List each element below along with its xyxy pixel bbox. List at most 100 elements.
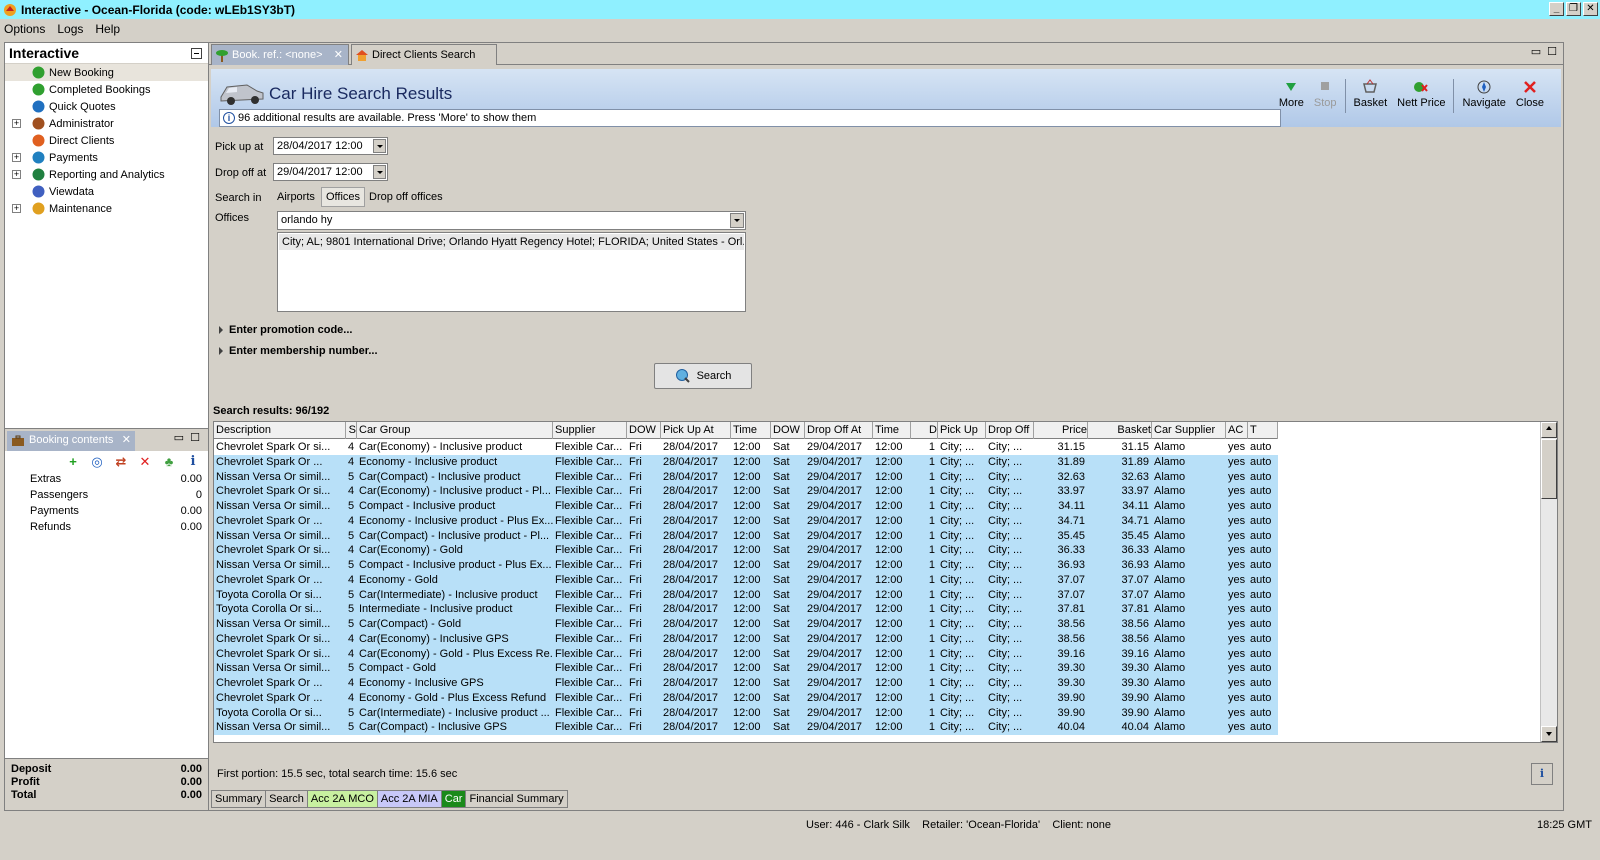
expand-icon[interactable]: + [12, 153, 21, 162]
navigate-button[interactable]: Navigate [1457, 79, 1510, 113]
search-in-airports[interactable]: Airports [273, 187, 319, 207]
table-row[interactable]: Chevrolet Spark Or ... 4 Economy - Gold - … [214, 690, 1278, 706]
column-header[interactable]: Time [873, 422, 911, 439]
stop-button[interactable]: Stop [1309, 79, 1342, 113]
collapse-panel-button[interactable] [191, 48, 202, 59]
scroll-down-button[interactable] [1541, 726, 1557, 742]
minimize-panel-icon[interactable]: ▭ [174, 431, 184, 444]
menu-logs[interactable]: Logs [57, 22, 83, 36]
restore-button[interactable]: ❐ [1566, 2, 1581, 16]
column-header[interactable]: Basket [1088, 422, 1152, 439]
column-header[interactable]: Description [214, 422, 346, 439]
expand-icon[interactable]: + [12, 204, 21, 213]
table-row[interactable]: Chevrolet Spark Or ... 4 Economy - Inclusi… [214, 676, 1278, 691]
nav-item-direct-clients[interactable]: Direct Clients [5, 132, 208, 149]
chevron-down-icon[interactable] [373, 139, 386, 153]
column-header[interactable]: D [911, 422, 938, 439]
table-row[interactable]: Nissan Versa Or simil... 5 Compact - Gold F… [214, 661, 1278, 676]
nav-item-administrator[interactable]: + Administrator [5, 115, 208, 132]
table-row[interactable]: Chevrolet Spark Or ... 4 Economy - Inclusi… [214, 513, 1278, 529]
search-in-offices[interactable]: Offices [321, 187, 366, 207]
column-header[interactable]: Pick Up [938, 422, 986, 439]
pickup-datetime-field[interactable]: 28/04/2017 12:00 [273, 137, 388, 155]
close-button[interactable]: Close [1511, 79, 1549, 113]
tab-direct-clients-search[interactable]: Direct Clients Search [351, 44, 497, 65]
table-row[interactable]: Nissan Versa Or simil... 5 Car(Compact) - … [214, 528, 1278, 544]
info-button[interactable]: i [1531, 763, 1553, 785]
promotion-code-expander[interactable]: Enter promotion code... [217, 324, 352, 336]
table-row[interactable]: Toyota Corolla Or si... 5 Car(Intermediate… [214, 705, 1278, 721]
column-header[interactable]: Supplier [553, 422, 627, 439]
column-header[interactable]: S [346, 422, 357, 439]
info-icon[interactable]: i [186, 455, 200, 469]
column-header[interactable]: Time [731, 422, 771, 439]
table-row[interactable]: Chevrolet Spark Or si... 4 Car(Economy) - … [214, 484, 1278, 499]
column-header[interactable]: Pick Up At [661, 422, 731, 439]
table-row[interactable]: Nissan Versa Or simil... 5 Car(Compact) - … [214, 469, 1278, 485]
column-header[interactable]: T [1248, 422, 1278, 439]
table-row[interactable]: Chevrolet Spark Or si... 4 Car(Economy) - … [214, 631, 1278, 647]
bottom-tab-financial-summary[interactable]: Financial Summary [465, 790, 568, 808]
nav-item-maintenance[interactable]: + Maintenance [5, 200, 208, 217]
scroll-thumb[interactable] [1541, 439, 1557, 499]
nav-item-payments[interactable]: + Payments [5, 149, 208, 166]
column-header[interactable]: Drop Off [986, 422, 1034, 439]
column-header[interactable]: DOW [627, 422, 661, 439]
chevron-down-icon[interactable] [373, 165, 386, 179]
table-row[interactable]: Nissan Versa Or simil... 5 Car(Compact) - … [214, 617, 1278, 632]
table-row[interactable]: Chevrolet Spark Or si... 4 Car(Economy) - … [214, 543, 1278, 558]
dropoff-datetime-field[interactable]: 29/04/2017 12:00 [273, 163, 388, 181]
nav-item-new-booking[interactable]: New Booking [5, 64, 208, 81]
add-icon[interactable]: + [66, 455, 80, 469]
table-row[interactable]: Chevrolet Spark Or ... 4 Economy - Inclusi… [214, 454, 1278, 470]
basket-button[interactable]: Basket [1349, 79, 1393, 113]
bottom-tab-summary[interactable]: Summary [211, 790, 267, 808]
nett-price-button[interactable]: Nett Price [1392, 79, 1450, 113]
bottom-tab-search[interactable]: Search [265, 790, 308, 808]
maximize-panel-icon[interactable]: ☐ [190, 431, 200, 444]
column-header[interactable]: DOW [771, 422, 805, 439]
table-row[interactable]: Toyota Corolla Or si... 5 Intermediate - I… [214, 602, 1278, 617]
column-header[interactable]: AC [1226, 422, 1248, 439]
table-row[interactable]: Chevrolet Spark Or si... 4 Car(Economy) - … [214, 646, 1278, 662]
refresh-icon[interactable]: ◎ [90, 455, 104, 469]
minimize-document-icon[interactable]: ▭ [1531, 45, 1541, 58]
transfer-icon[interactable]: ⇄ [114, 455, 128, 469]
delete-icon[interactable]: ✕ [138, 455, 152, 469]
nav-item-viewdata[interactable]: Viewdata [5, 183, 208, 200]
column-header[interactable]: Car Supplier [1152, 422, 1226, 439]
expand-icon[interactable]: + [12, 170, 21, 179]
scroll-up-button[interactable] [1541, 422, 1557, 438]
nav-item-completed-bookings[interactable]: Completed Bookings [5, 81, 208, 98]
minimize-button[interactable]: _ [1549, 2, 1564, 16]
maximize-document-icon[interactable]: ☐ [1547, 45, 1557, 58]
menu-help[interactable]: Help [95, 22, 120, 36]
table-row[interactable]: Nissan Versa Or simil... 5 Car(Compact) - … [214, 720, 1278, 735]
table-row[interactable]: Toyota Corolla Or si... 5 Car(Intermediate… [214, 587, 1278, 603]
search-button[interactable]: Search [654, 363, 752, 389]
column-header[interactable]: Drop Off At [805, 422, 873, 439]
bottom-tab-car[interactable]: Car [440, 790, 467, 808]
more-button[interactable]: More [1274, 79, 1309, 113]
chevron-down-icon[interactable] [730, 213, 744, 228]
column-header[interactable]: Price [1034, 422, 1088, 439]
bottom-tab-acc-2a-mco[interactable]: Acc 2A MCO [306, 790, 378, 808]
office-list-item[interactable]: City; AL; 9801 International Drive; Orla… [279, 234, 744, 250]
table-row[interactable]: Nissan Versa Or simil... 5 Compact - Inclu… [214, 499, 1278, 514]
tab-booking-ref[interactable]: Book. ref.: <none> ✕ [211, 44, 349, 65]
close-window-button[interactable]: ✕ [1583, 2, 1598, 16]
table-row[interactable]: Nissan Versa Or simil... 5 Compact - Inclu… [214, 558, 1278, 573]
search-in-dropoff-offices[interactable]: Drop off offices [365, 187, 447, 207]
table-row[interactable]: Chevrolet Spark Or ... 4 Economy - Gold Fle… [214, 572, 1278, 588]
column-header[interactable]: Car Group [357, 422, 553, 439]
menu-options[interactable]: Options [4, 22, 45, 36]
bottom-tab-acc-2a-mia[interactable]: Acc 2A MIA [376, 790, 442, 808]
table-row[interactable]: Chevrolet Spark Or si... 4 Car(Economy) - … [214, 440, 1278, 455]
membership-number-expander[interactable]: Enter membership number... [217, 345, 378, 357]
nav-item-reporting-and-analytics[interactable]: + Reporting and Analytics [5, 166, 208, 183]
close-tab-icon[interactable]: ✕ [334, 45, 343, 65]
palm-tree-icon[interactable]: ♣ [162, 455, 176, 469]
close-tab-icon[interactable]: ✕ [122, 431, 131, 450]
results-scrollbar[interactable] [1540, 422, 1557, 742]
offices-search-input[interactable]: orlando hy [277, 211, 746, 230]
